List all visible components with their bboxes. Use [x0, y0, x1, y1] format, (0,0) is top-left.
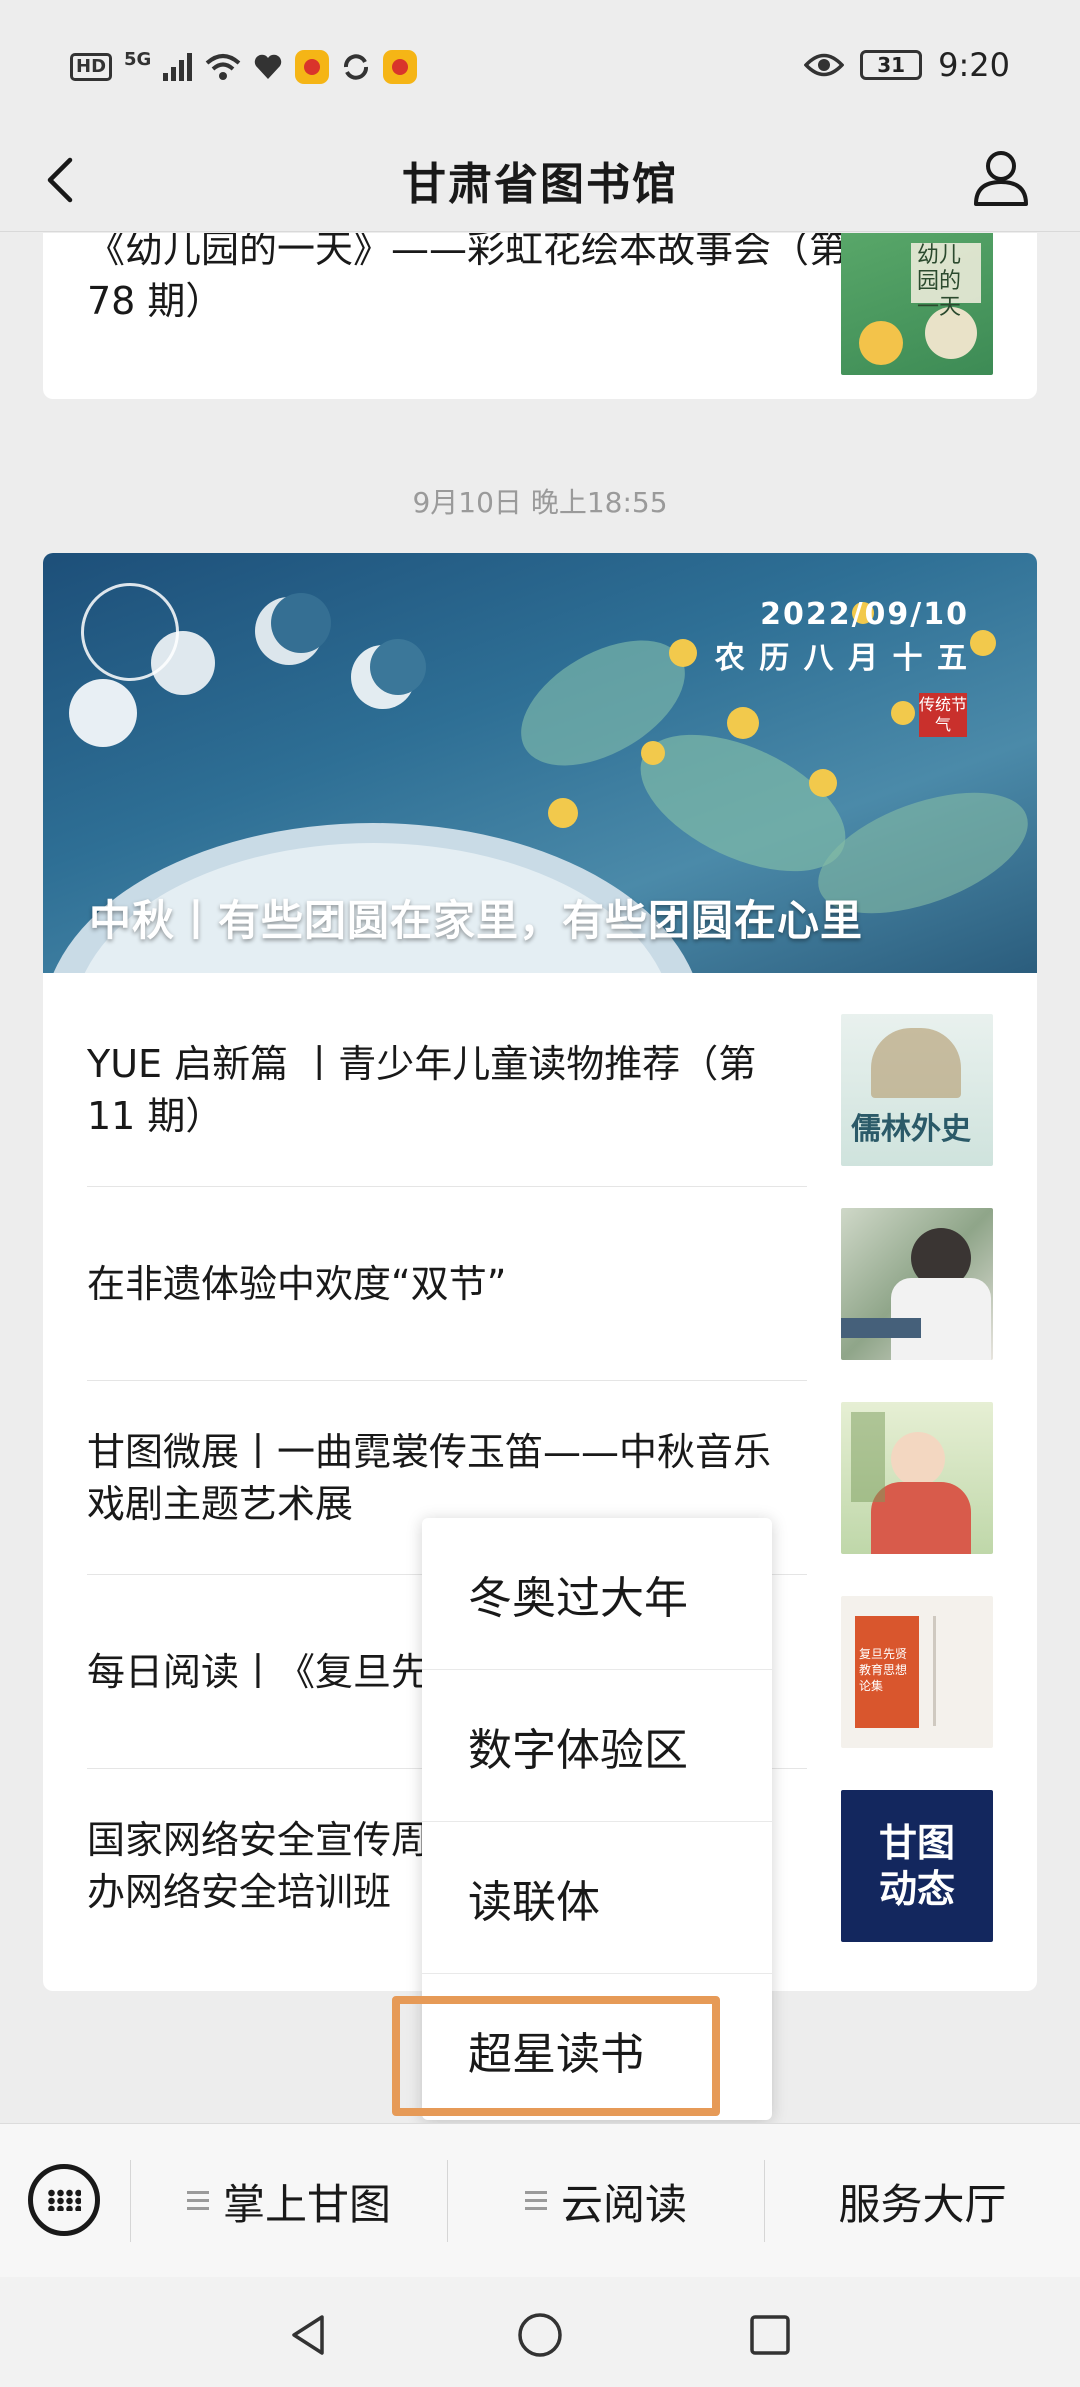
status-icons-left: HD 5G [70, 48, 418, 84]
weibo-app-icon [295, 50, 330, 84]
home-circle-icon[interactable] [516, 2311, 564, 2359]
submenu-icon [524, 2191, 547, 2211]
article-title: 《幼儿园的一天》——彩虹花绘本故事会（第 78 期） [87, 233, 848, 323]
article-thumbnail: 儒林外史 [841, 1014, 993, 1166]
menu-tab-label: 云阅读 [560, 2179, 687, 2229]
menu-tab-label: 掌上甘图 [222, 2179, 391, 2229]
menu-item-chaoxing-reading[interactable]: 超星读书 [422, 1974, 772, 2126]
status-icons-right: 31 9:20 [804, 46, 1010, 84]
article-thumbnail [841, 1208, 993, 1360]
menu-item-reading-union[interactable]: 读联体 [422, 1822, 772, 1974]
menu-item-winter-olympics[interactable]: 冬奥过大年 [422, 1518, 772, 1670]
article-thumbnail: 幼儿园的一天 [841, 233, 993, 375]
featured-article-title: 中秋丨有些团圆在家里，有些团圆在心里 [89, 896, 864, 945]
sync-icon [344, 54, 369, 80]
signal-icon [163, 53, 193, 81]
traditional-festival-seal: 传统节气 [919, 693, 967, 737]
cover-date: 2022/09/10 农 历 八 月 十 五 [715, 593, 969, 681]
eye-icon [804, 53, 845, 77]
thumbnail-caption: 儒林外史 [851, 1112, 971, 1147]
article-thumbnail [841, 1402, 993, 1554]
clock: 9:20 [938, 46, 1010, 84]
user-icon[interactable] [966, 142, 1036, 212]
weibo-app-icon-2 [383, 50, 418, 84]
thumbnail-caption: 复旦先贤教育思想论集 [859, 1647, 908, 1693]
page-title: 甘肃省图书馆 [402, 159, 678, 210]
submenu-icon [186, 2191, 209, 2211]
official-account-menu: 掌上甘图 云阅读 服务大厅 [0, 2123, 1080, 2277]
article-card-previous[interactable]: 《幼儿园的一天》——彩虹花绘本故事会（第 78 期） 幼儿园的一天 [43, 233, 1037, 399]
menu-tab-mobile-library[interactable]: 掌上甘图 [131, 2124, 447, 2278]
wifi-icon [206, 54, 241, 80]
hd-indicator: HD [70, 53, 113, 81]
system-navigation-bar [0, 2277, 1080, 2387]
recents-square-icon[interactable] [746, 2311, 794, 2359]
article-title: 在非遗体验中欢度“双节” [87, 1262, 507, 1306]
article-item[interactable]: 在非遗体验中欢度“双节” [87, 1187, 993, 1381]
article-item[interactable]: YUE 启新篇 丨青少年儿童读物推荐（第 11 期） 儒林外史 [87, 993, 993, 1187]
status-bar: HD 5G 31 9:20 [0, 0, 1080, 130]
keyboard-toggle-icon[interactable] [28, 2164, 100, 2236]
cover-date-lunar: 农 历 八 月 十 五 [714, 641, 969, 676]
cover-date-gregorian: 2022/09/10 [760, 597, 969, 632]
menu-item-digital-experience[interactable]: 数字体验区 [422, 1670, 772, 1822]
battery-icon: 31 [860, 50, 923, 80]
library-logo-icon [81, 583, 179, 681]
article-thumbnail: 复旦先贤教育思想论集 [841, 1596, 993, 1748]
signal-label: 5G [124, 48, 152, 70]
message-timestamp: 9月10日 晚上18:55 [412, 486, 668, 519]
menu-tab-cloud-reading[interactable]: 云阅读 [448, 2124, 764, 2278]
health-heart-icon [255, 54, 282, 79]
article-title: YUE 启新篇 丨青少年儿童读物推荐（第 11 期） [87, 1042, 757, 1138]
keyboard-keys [47, 2189, 81, 2211]
featured-article-cover[interactable]: 2022/09/10 农 历 八 月 十 五 传统节气 中秋丨有些团圆在家里，有… [43, 553, 1037, 973]
title-bar: 甘肃省图书馆 [0, 130, 1080, 232]
thumbnail-caption: 甘图动态 [878, 1821, 955, 1911]
menu-tab-label: 服务大厅 [838, 2179, 1007, 2229]
submenu-popup: 冬奥过大年 数字体验区 读联体 超星读书 [422, 1518, 772, 2120]
thumbnail-caption: 幼儿园的一天 [917, 243, 962, 320]
menu-tab-service-hall[interactable]: 服务大厅 [765, 2124, 1080, 2278]
article-thumbnail: 甘图动态 [841, 1790, 993, 1942]
back-triangle-icon[interactable] [286, 2311, 334, 2359]
